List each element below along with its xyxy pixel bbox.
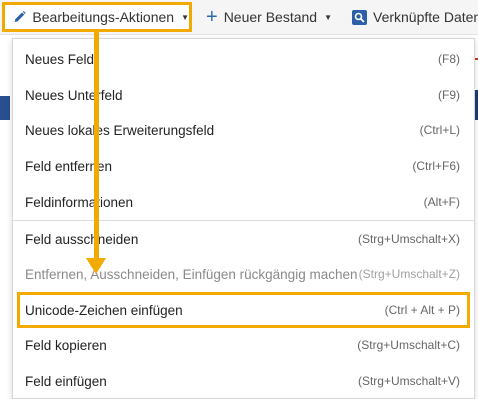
annotation-arrow-line <box>94 32 99 260</box>
chevron-down-icon: ▼ <box>324 12 333 22</box>
menu-item-label: Feld einfügen <box>25 373 107 389</box>
menu-item-new-field[interactable]: Neues Feld (F8) <box>13 41 474 77</box>
menu-item-cut-field[interactable]: Feld ausschneiden (Strg+Umschalt+X) <box>13 221 474 257</box>
search-icon <box>352 9 367 25</box>
menu-item-shortcut: (Strg+Umschalt+X) <box>357 232 460 246</box>
edit-actions-label: Bearbeitungs-Aktionen <box>32 9 175 25</box>
pencil-icon <box>14 10 26 23</box>
edit-actions-button[interactable]: Bearbeitungs-Aktionen ▼ <box>2 2 192 32</box>
linked-data-button[interactable]: Verknüpfte Daten a <box>352 0 478 34</box>
menu-item-label: Feld kopieren <box>25 337 107 353</box>
background-page-strip <box>0 96 10 120</box>
menu-item-copy-field[interactable]: Feld kopieren (Strg+Umschalt+C) <box>13 327 474 363</box>
menu-item-insert-unicode[interactable]: Unicode-Zeichen einfügen (Ctrl + Alt + P… <box>17 292 470 328</box>
linked-data-label: Verknüpfte Daten a <box>373 9 478 25</box>
edit-actions-menu: Neues Feld (F8) Neues Unterfeld (F9) Neu… <box>12 38 475 399</box>
menu-item-label: Feld entfernen <box>25 158 113 174</box>
menu-item-shortcut: (F9) <box>438 88 460 102</box>
menu-item-shortcut: (F8) <box>438 52 460 66</box>
menu-item-label: Neues Unterfeld <box>25 87 123 103</box>
new-holding-button[interactable]: + Neuer Bestand ▼ <box>206 0 332 34</box>
menu-item-new-subfield[interactable]: Neues Unterfeld (F9) <box>13 77 474 113</box>
menu-item-label: Entfernen, Ausschneiden, Einfügen rückgä… <box>25 266 358 282</box>
menu-item-remove-field[interactable]: Feld entfernen (Ctrl+F6) <box>13 148 474 184</box>
menu-item-label: Unicode-Zeichen einfügen <box>25 302 183 318</box>
menu-item-shortcut: (Strg+Umschalt+V) <box>357 374 460 388</box>
menu-item-shortcut: (Ctrl+F6) <box>412 159 460 173</box>
menu-item-shortcut: (Ctrl+L) <box>419 123 460 137</box>
menu-item-undo: Entfernen, Ausschneiden, Einfügen rückgä… <box>13 256 474 292</box>
annotation-arrow-head-icon <box>86 258 106 274</box>
menu-item-shortcut: (Strg+Umschalt+Z) <box>358 267 460 281</box>
new-holding-label: Neuer Bestand <box>223 9 318 25</box>
chevron-down-icon: ▼ <box>181 12 189 22</box>
menu-item-label: Neues Feld <box>25 51 95 67</box>
menu-item-label: Neues lokales Erweiterungsfeld <box>25 122 215 138</box>
menu-item-label: Feld ausschneiden <box>25 231 139 247</box>
plus-icon: + <box>206 6 218 28</box>
toolbar: Bearbeitungs-Aktionen ▼ + Neuer Bestand … <box>0 0 478 35</box>
menu-item-shortcut: (Strg+Umschalt+C) <box>357 338 460 352</box>
menu-item-shortcut: (Ctrl + Alt + P) <box>384 303 460 317</box>
menu-item-new-local-extension-field[interactable]: Neues lokales Erweiterungsfeld (Ctrl+L) <box>13 112 474 148</box>
menu-item-shortcut: (Alt+F) <box>423 195 460 209</box>
menu-item-paste-field[interactable]: Feld einfügen (Strg+Umschalt+V) <box>13 363 474 399</box>
menu-item-label: Feldinformationen <box>25 194 134 210</box>
menu-item-field-info[interactable]: Feldinformationen (Alt+F) <box>13 184 474 220</box>
